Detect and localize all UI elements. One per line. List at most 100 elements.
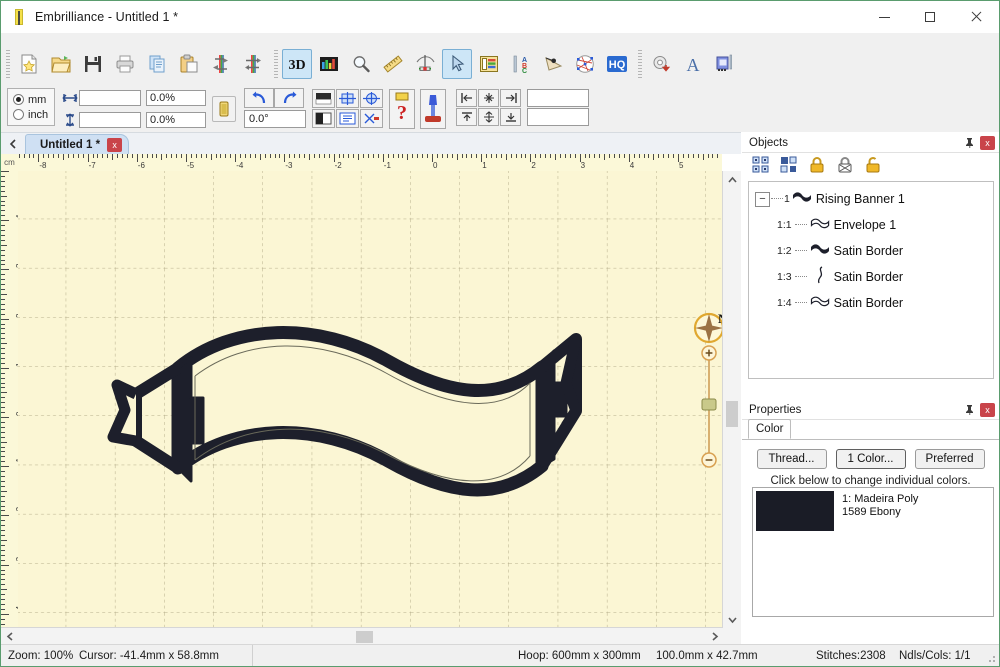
tree-row-1-3[interactable]: 1:3 Satin Border <box>749 264 993 290</box>
height-input[interactable] <box>79 112 141 128</box>
color-list-item[interactable]: 1: Madeira Poly 1589 Ebony <box>753 488 993 534</box>
lettering-button[interactable]: A B C <box>506 49 536 79</box>
compass-rose[interactable]: N <box>692 311 726 345</box>
new-document-button[interactable] <box>14 49 44 79</box>
canvas-horizontal-scrollbar[interactable] <box>1 627 723 645</box>
lock-objects-button[interactable] <box>804 153 830 177</box>
toolbar-grip[interactable] <box>6 50 10 78</box>
tree-expander[interactable]: − <box>755 192 770 207</box>
save-floppy-icon <box>82 53 104 75</box>
canvas-vertical-scrollbar[interactable] <box>722 171 741 628</box>
vertical-ruler[interactable]: -4-3-2-1012345 <box>1 171 19 628</box>
mesh-warp-button[interactable] <box>570 49 600 79</box>
half-fill-button[interactable] <box>312 109 335 128</box>
3d-view-button[interactable]: 3D <box>282 49 312 79</box>
pin-icon-2[interactable] <box>962 403 976 417</box>
lock-disabled-button[interactable] <box>832 153 858 177</box>
center-horizontal-button[interactable] <box>336 89 359 108</box>
hq-button[interactable]: HQ <box>602 49 632 79</box>
document-tab-close-button[interactable]: x <box>107 138 122 152</box>
node-edit-button[interactable] <box>538 49 568 79</box>
align-middle-v-button[interactable] <box>478 108 499 126</box>
banner-design-artwork[interactable] <box>18 171 722 628</box>
scroll-up-button[interactable] <box>723 171 741 187</box>
paste-button[interactable] <box>174 49 204 79</box>
align-top-button[interactable] <box>456 108 477 126</box>
font-button[interactable]: A <box>678 49 708 79</box>
rotation-input[interactable]: 0.0° <box>244 110 306 128</box>
select-all-objects-button[interactable] <box>748 153 774 177</box>
align-field-1[interactable] <box>527 89 589 107</box>
download-design-button[interactable] <box>646 49 676 79</box>
group-objects-button[interactable] <box>776 153 802 177</box>
zoom-tool-button[interactable] <box>346 49 376 79</box>
align-bottom-button[interactable] <box>500 108 521 126</box>
tree-row-1-2[interactable]: 1:2 Satin Border <box>749 238 993 264</box>
thread-button[interactable]: Thread... <box>757 449 827 469</box>
horizontal-scroll-thumb[interactable] <box>356 631 373 643</box>
color-list[interactable]: 1: Madeira Poly 1589 Ebony <box>752 487 994 617</box>
document-tab-untitled-1[interactable]: Untitled 1 * x <box>25 134 129 155</box>
objects-tree[interactable]: − 1 Rising Banner 1 1:1 Envelope 1 1:2 <box>748 181 994 379</box>
stamp-button[interactable] <box>420 89 446 129</box>
color-swatch[interactable] <box>756 491 834 531</box>
width-input[interactable] <box>79 90 141 106</box>
minimize-button[interactable] <box>861 1 907 33</box>
tab-color[interactable]: Color <box>748 419 791 439</box>
unit-inch-radio[interactable] <box>13 109 24 120</box>
scroll-left-button[interactable] <box>1 628 17 645</box>
fill-top-button[interactable] <box>312 89 335 108</box>
tree-row-1-4[interactable]: 1:4 Satin Border <box>749 290 993 316</box>
tree-row-1-1[interactable]: 1:1 Envelope 1 <box>749 212 993 238</box>
horizontal-ruler[interactable]: -8-7-6-5-4-3-2-1012345 <box>18 154 722 172</box>
open-file-button[interactable] <box>46 49 76 79</box>
maximize-button[interactable] <box>907 1 953 33</box>
pin-icon[interactable] <box>962 136 976 150</box>
rotate-cw-button[interactable] <box>274 88 304 108</box>
toolbar-grip-3[interactable] <box>638 50 642 78</box>
stitch-points-button[interactable] <box>410 49 440 79</box>
toolbar-grip-2[interactable] <box>274 50 278 78</box>
save-button[interactable] <box>78 49 108 79</box>
unit-selector[interactable]: mm inch <box>7 88 55 126</box>
align-left-button[interactable] <box>456 89 477 107</box>
unit-mm-option[interactable]: mm <box>13 92 54 107</box>
properties-panel-close-button[interactable]: x <box>980 403 995 417</box>
cut-branch-button[interactable] <box>360 109 383 128</box>
undo-button[interactable] <box>206 49 236 79</box>
redo-button[interactable] <box>238 49 268 79</box>
scroll-right-button[interactable] <box>707 628 723 645</box>
ruler-tick <box>1 574 5 575</box>
measure-button[interactable] <box>378 49 408 79</box>
color-count-button[interactable]: 1 Color... <box>836 449 906 469</box>
list-order-button[interactable] <box>336 109 359 128</box>
print-button[interactable] <box>110 49 140 79</box>
rotate-ccw-button[interactable] <box>244 88 274 108</box>
preferred-button[interactable]: Preferred <box>915 449 985 469</box>
unit-inch-option[interactable]: inch <box>13 107 54 122</box>
scroll-down-button[interactable] <box>723 612 741 628</box>
help-button[interactable]: ? <box>389 89 415 129</box>
align-right-button[interactable] <box>500 89 521 107</box>
design-board[interactable] <box>18 171 722 628</box>
color-list-button[interactable] <box>474 49 504 79</box>
copy-button[interactable] <box>142 49 172 79</box>
window-resize-grip[interactable] <box>986 653 996 663</box>
align-field-2[interactable] <box>527 108 589 126</box>
center-vertical-button[interactable] <box>360 89 383 108</box>
height-percent-input[interactable]: 0.0% <box>146 112 206 128</box>
width-percent-input[interactable]: 0.0% <box>146 90 206 106</box>
objects-panel-close-button[interactable]: x <box>980 136 995 150</box>
color-bars-button[interactable] <box>314 49 344 79</box>
tab-scroll-left-button[interactable] <box>5 136 21 152</box>
zoom-slider[interactable] <box>701 344 717 469</box>
unlock-objects-button[interactable] <box>860 153 886 177</box>
lock-aspect-button[interactable] <box>212 96 236 122</box>
unit-mm-radio[interactable] <box>13 94 24 105</box>
close-button[interactable] <box>953 1 999 33</box>
tree-row-root[interactable]: − 1 Rising Banner 1 <box>749 186 993 212</box>
vertical-scroll-thumb[interactable] <box>726 401 738 427</box>
align-center-h-button[interactable] <box>478 89 499 107</box>
select-tool-button[interactable] <box>442 49 472 79</box>
library-button[interactable] <box>710 49 740 79</box>
